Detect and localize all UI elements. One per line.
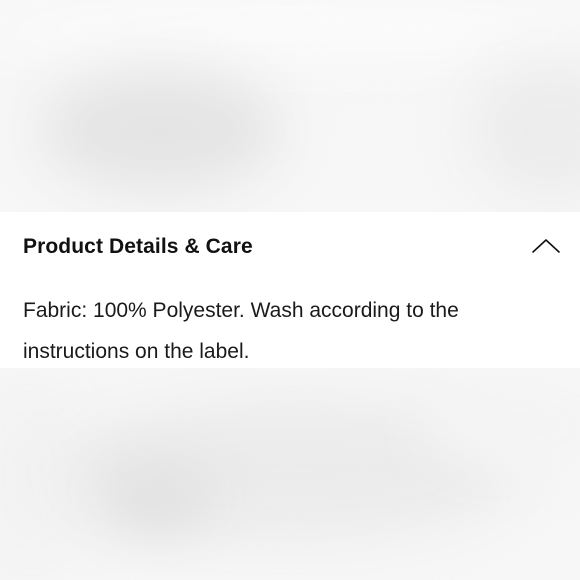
background-blur (100, 470, 210, 530)
page: Product Details & Care Fabric: 100% Poly… (0, 0, 580, 580)
product-details-accordion: Product Details & Care Fabric: 100% Poly… (0, 212, 580, 368)
chevron-up-icon[interactable] (530, 236, 562, 254)
accordion-content: Fabric: 100% Polyester. Wash according t… (23, 290, 553, 372)
care-text-line: Fabric: 100% Polyester. Wash according t… (23, 299, 459, 322)
background-blur (40, 70, 280, 190)
accordion-title: Product Details & Care (23, 235, 253, 258)
care-text-line: instructions on the label. (23, 340, 250, 363)
background-blur (470, 60, 580, 200)
accordion-header[interactable]: Product Details & Care (0, 212, 580, 282)
background-blur (0, 0, 580, 60)
